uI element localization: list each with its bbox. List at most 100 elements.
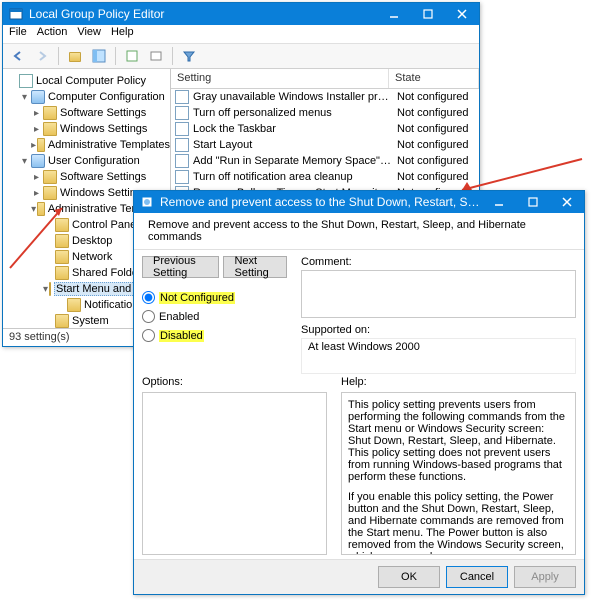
setting-name: Start Layout xyxy=(193,139,393,151)
list-row[interactable]: Gray unavailable Windows Installer progr… xyxy=(171,89,479,105)
folder-icon xyxy=(55,266,69,280)
gpedit-toolbar xyxy=(3,43,479,69)
tree-item[interactable]: Local Computer Policy xyxy=(7,73,170,89)
setting-icon xyxy=(175,122,189,136)
dialog-heading-row: Remove and prevent access to the Shut Do… xyxy=(134,213,584,250)
setting-name: Turn off notification area cleanup xyxy=(193,171,393,183)
dialog-title: Remove and prevent access to the Shut Do… xyxy=(160,195,482,209)
gpedit-icon xyxy=(9,7,23,21)
tree-item[interactable]: ▾User Configuration xyxy=(7,153,170,169)
tree-item[interactable]: ▸ Administrative Templates xyxy=(7,137,170,153)
setting-name: Add "Run in Separate Memory Space" check… xyxy=(193,155,393,167)
col-setting[interactable]: Setting xyxy=(171,69,389,88)
gpedit-title: Local Group Policy Editor xyxy=(29,7,377,21)
setting-icon xyxy=(175,138,189,152)
menu-file[interactable]: File xyxy=(9,26,27,43)
supported-on-text: At least Windows 2000 xyxy=(308,341,420,353)
setting-state: Not configured xyxy=(393,123,479,135)
previous-setting-button[interactable]: Previous Setting xyxy=(142,256,219,278)
show-tree-button[interactable] xyxy=(88,45,110,67)
apply-button[interactable]: Apply xyxy=(514,566,576,588)
expand-icon[interactable]: ▾ xyxy=(43,284,48,295)
forward-button[interactable] xyxy=(31,45,53,67)
expand-icon[interactable]: ▾ xyxy=(31,204,36,215)
maximize-button[interactable] xyxy=(516,191,550,213)
radio-enabled-label: Enabled xyxy=(159,311,199,323)
options-pane xyxy=(142,392,327,555)
help-textbox[interactable]: This policy setting prevents users from … xyxy=(341,392,576,555)
setting-state: Not configured xyxy=(393,107,479,119)
expand-icon[interactable]: ▸ xyxy=(31,188,42,199)
menu-help[interactable]: Help xyxy=(111,26,134,43)
folder-icon xyxy=(55,234,69,248)
tree-item-label: Computer Configuration xyxy=(48,91,165,103)
setting-state: Not configured xyxy=(393,171,479,183)
expand-icon[interactable]: ▸ xyxy=(31,172,42,183)
tree-item-label: Network xyxy=(72,251,112,263)
properties-button[interactable] xyxy=(121,45,143,67)
policy-dialog: Remove and prevent access to the Shut Do… xyxy=(133,190,585,595)
folder-icon xyxy=(55,218,69,232)
help-paragraph: This policy setting prevents users from … xyxy=(348,399,569,483)
cancel-button[interactable]: Cancel xyxy=(446,566,508,588)
maximize-button[interactable] xyxy=(411,3,445,25)
export-button[interactable] xyxy=(145,45,167,67)
supported-on-value: At least Windows 2000 xyxy=(301,338,576,374)
next-setting-button[interactable]: Next Setting xyxy=(223,256,287,278)
tree-item-label: Desktop xyxy=(72,235,112,247)
back-button[interactable] xyxy=(7,45,29,67)
up-button[interactable] xyxy=(64,45,86,67)
setting-state: Not configured xyxy=(393,91,479,103)
folder-icon xyxy=(43,186,57,200)
radio-disabled[interactable] xyxy=(142,329,155,342)
radio-not-configured[interactable] xyxy=(142,291,155,304)
menu-action[interactable]: Action xyxy=(37,26,68,43)
menu-view[interactable]: View xyxy=(77,26,101,43)
list-row[interactable]: Turn off personalized menusNot configure… xyxy=(171,105,479,121)
close-button[interactable] xyxy=(550,191,584,213)
supported-on-label: Supported on: xyxy=(301,324,576,336)
tree-item[interactable]: ▾ Computer Configuration xyxy=(7,89,170,105)
setting-icon xyxy=(175,106,189,120)
toolbar-separator xyxy=(115,47,116,65)
folder-icon xyxy=(69,52,81,62)
minimize-button[interactable] xyxy=(482,191,516,213)
list-row[interactable]: Add "Run in Separate Memory Space" check… xyxy=(171,153,479,169)
setting-state: Not configured xyxy=(393,155,479,167)
tree-item-label: System xyxy=(72,315,109,327)
folder-icon xyxy=(49,282,51,296)
expand-icon[interactable]: ▸ xyxy=(31,124,42,135)
dialog-titlebar[interactable]: Remove and prevent access to the Shut Do… xyxy=(134,191,584,213)
gpedit-titlebar[interactable]: Local Group Policy Editor xyxy=(3,3,479,25)
expand-icon[interactable]: ▾ xyxy=(19,92,30,103)
tree-item[interactable]: ▸Software Settings xyxy=(7,169,170,185)
conf-icon xyxy=(31,90,45,104)
tree-item-label: Windows Settings xyxy=(60,123,147,135)
tree-item[interactable]: ▸Software Settings xyxy=(7,105,170,121)
radio-enabled[interactable] xyxy=(142,310,155,323)
ok-button[interactable]: OK xyxy=(378,566,440,588)
close-button[interactable] xyxy=(445,3,479,25)
list-row[interactable]: Start LayoutNot configured xyxy=(171,137,479,153)
tree-item[interactable]: ▸ Windows Settings xyxy=(7,121,170,137)
setting-name: Gray unavailable Windows Installer progr… xyxy=(193,91,393,103)
minimize-button[interactable] xyxy=(377,3,411,25)
comment-textbox[interactable] xyxy=(301,270,576,318)
list-row[interactable]: Lock the TaskbarNot configured xyxy=(171,121,479,137)
filter-button[interactable] xyxy=(178,45,200,67)
toolbar-separator xyxy=(58,47,59,65)
folder-icon xyxy=(55,314,69,328)
list-header: Setting State xyxy=(171,69,479,89)
folder-icon xyxy=(55,250,69,264)
tree-item-label: Administrative Templates xyxy=(48,139,170,151)
gpedit-menubar: File Action View Help xyxy=(3,25,479,43)
help-paragraph: If you enable this policy setting, the P… xyxy=(348,491,569,555)
expand-icon[interactable]: ▸ xyxy=(31,140,36,151)
expand-icon[interactable]: ▸ xyxy=(31,108,42,119)
folder-icon xyxy=(67,298,81,312)
expand-icon[interactable]: ▾ xyxy=(19,156,30,167)
list-row[interactable]: Turn off notification area cleanupNot co… xyxy=(171,169,479,185)
folder-icon xyxy=(43,122,57,136)
col-state[interactable]: State xyxy=(389,69,479,88)
folder-icon xyxy=(37,202,45,216)
